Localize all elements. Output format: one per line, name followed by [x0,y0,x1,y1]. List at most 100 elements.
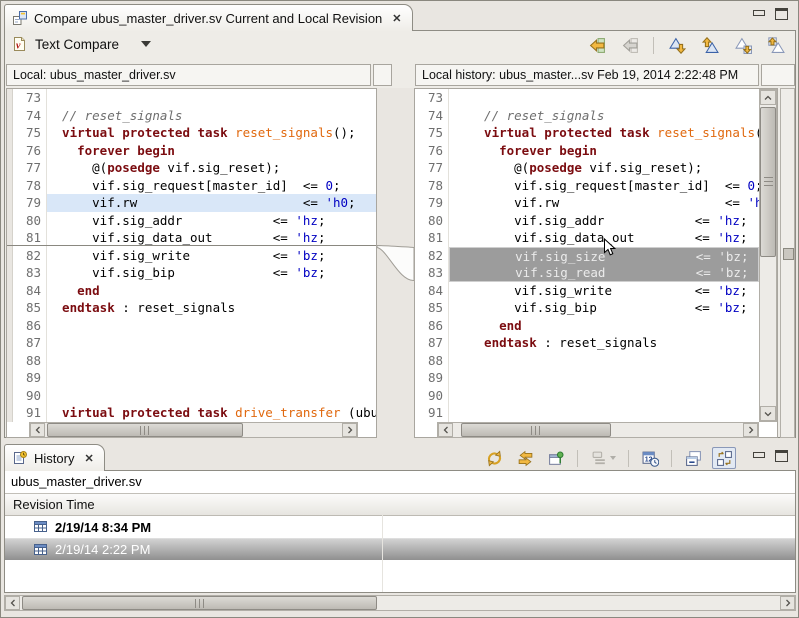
line-text[interactable]: // reset_signals [449,107,759,125]
chevron-down-icon[interactable] [141,41,151,47]
next-change-button[interactable] [731,34,755,56]
line-number: 73 [415,89,449,107]
line-text[interactable] [449,404,759,422]
maximize-icon[interactable] [775,8,788,20]
left-code-pane[interactable]: 7374 // reset_signals75 virtual protecte… [6,88,377,438]
scroll-track[interactable] [760,105,776,406]
revision-row[interactable]: 2/19/14 2:22 PM [5,538,795,560]
scroll-left-icon[interactable] [438,423,453,437]
scroll-right-icon[interactable] [743,423,758,437]
scroll-left-icon[interactable] [5,596,20,610]
tab-compare-editor[interactable]: Compare ubus_master_driver.sv Current an… [4,4,413,31]
line-text[interactable] [449,89,759,107]
scroll-thumb[interactable] [760,107,776,257]
pin-view-button[interactable] [544,447,568,469]
previous-difference-button[interactable] [698,34,722,56]
line-text[interactable] [449,387,759,405]
maximize-icon[interactable] [775,450,788,462]
history-horizontal-scrollbar[interactable] [4,595,796,611]
minimize-icon[interactable] [753,452,765,458]
line-text[interactable]: endtask : reset_signals [449,334,759,352]
line-text[interactable]: @(posedge vif.sig_reset); [47,159,376,177]
line-text[interactable]: virtual protected task reset_signals(); [47,124,376,142]
scroll-track[interactable] [45,423,342,437]
scroll-left-icon[interactable] [30,423,45,437]
scroll-right-icon[interactable] [780,596,795,610]
scroll-track[interactable] [453,423,743,437]
line-number: 76 [13,142,47,160]
line-text[interactable]: vif.rw <= 'h0; [47,194,376,212]
scroll-down-icon[interactable] [760,406,776,421]
line-text[interactable] [47,334,376,352]
left-code-rows[interactable]: 7374 // reset_signals75 virtual protecte… [7,89,376,422]
line-text[interactable]: vif.sig_write <= 'bz; [47,247,376,265]
line-text[interactable]: vif.sig_bip <= 'bz; [47,264,376,282]
line-text[interactable]: end [449,317,759,335]
code-token: ; [740,300,748,315]
line-text[interactable]: vif.sig_bip <= 'bz; [449,299,759,317]
scroll-thumb[interactable] [22,596,377,610]
code-token: 'bz [717,283,740,298]
revision-row[interactable]: 2/19/14 8:34 PM [5,516,795,538]
line-text[interactable]: forever begin [449,142,759,160]
close-icon[interactable]: ✕ [392,12,401,25]
line-text[interactable]: vif.rw <= 'h0; [449,194,759,212]
link-with-editor-button[interactable] [513,447,537,469]
line-text[interactable]: virtual protected task drive_transfer (u… [47,404,376,422]
line-text[interactable]: vif.sig_request[master_id] <= 0; [449,177,759,195]
right-code-rows[interactable]: 7374 // reset_signals75 virtual protecte… [415,89,759,422]
line-text[interactable] [47,352,376,370]
line-text[interactable]: vif.sig_request[master_id] <= 0; [47,177,376,195]
scroll-thumb[interactable] [461,423,611,437]
scroll-thumb[interactable] [47,423,243,437]
scroll-up-icon[interactable] [760,90,776,105]
line-text[interactable] [449,352,759,370]
line-number: 83 [13,264,47,282]
line-text[interactable]: end [47,282,376,300]
revision-time-column-header[interactable]: Revision Time [5,494,795,516]
line-text[interactable] [47,317,376,335]
scroll-right-icon[interactable] [342,423,357,437]
next-difference-button[interactable] [665,34,689,56]
code-token: vif.sig_addr <= [47,213,295,228]
minimize-icon[interactable] [753,10,765,16]
collapse-all-button[interactable] [681,447,705,469]
right-code-pane[interactable]: 7374 // reset_signals75 virtual protecte… [414,88,778,438]
line-text[interactable]: vif.sig_addr <= 'hz; [449,212,759,230]
line-text[interactable] [47,89,376,107]
code-token: reset_signals [657,125,755,140]
close-icon[interactable]: ✕ [84,452,93,465]
right-horizontal-scrollbar[interactable] [437,422,759,438]
line-text[interactable] [47,387,376,405]
diff-overview-marker[interactable] [783,248,794,260]
compare-mode-button[interactable] [712,447,736,469]
line-text[interactable]: forever begin [47,142,376,160]
right-vertical-scrollbar[interactable] [759,89,777,422]
code-token: ; [318,265,326,280]
line-text[interactable]: @(posedge vif.sig_reset); [449,159,759,177]
compare-mode-selector[interactable]: v Text Compare [11,36,151,52]
line-number: 91 [13,404,47,422]
line-text[interactable] [449,369,759,387]
line-number: 83 [415,264,449,282]
line-text[interactable]: vif.sig_addr <= 'hz; [47,212,376,230]
line-text[interactable]: vif.sig_write <= 'bz; [449,282,759,300]
verilog-file-icon: v [11,36,27,52]
code-token: @( [469,160,529,175]
code-line: 81 vif.sig_data_out <= 'hz; [415,229,759,247]
date-time-button[interactable]: 12 [638,447,662,469]
copy-all-right-to-left-button[interactable] [585,34,609,56]
left-horizontal-scrollbar[interactable] [29,422,358,438]
line-text[interactable] [47,369,376,387]
line-text[interactable]: endtask : reset_signals [47,299,376,317]
line-text[interactable]: vif.sig_read <= 'bz; [449,264,759,282]
scroll-track[interactable] [20,596,780,610]
refresh-button[interactable] [482,447,506,469]
previous-change-button[interactable] [764,34,788,56]
code-token: ; [740,230,748,245]
line-text[interactable]: vif.sig_data_out <= 'hz; [47,229,376,247]
tab-history-view[interactable]: History ✕ [4,444,105,471]
diff-overview-ruler[interactable] [780,88,795,438]
line-text[interactable]: // reset_signals [47,107,376,125]
line-text[interactable]: virtual protected task reset_signals(); [449,124,759,142]
